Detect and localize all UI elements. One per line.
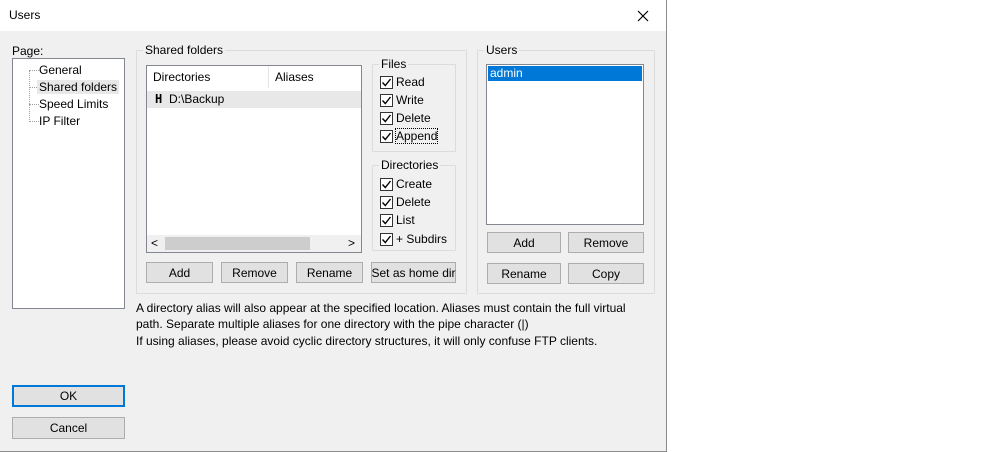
checkbox-label: Delete xyxy=(396,195,431,209)
checkbox-box[interactable] xyxy=(380,213,393,227)
page-tree[interactable]: General Shared folders Speed Limits IP F… xyxy=(12,58,125,309)
scrollbar-thumb[interactable] xyxy=(165,237,310,250)
check-icon xyxy=(381,198,392,207)
alias-warning-text: If using aliases, please avoid cyclic di… xyxy=(136,334,598,348)
copy-user-button[interactable]: Copy xyxy=(568,263,644,284)
column-header-directories[interactable]: Directories xyxy=(147,66,269,88)
remove-folder-button[interactable]: Remove xyxy=(221,262,288,283)
column-header-label: Aliases xyxy=(275,70,314,84)
close-button[interactable] xyxy=(620,0,666,31)
checkbox-dir-delete[interactable]: Delete xyxy=(380,194,431,210)
files-group-title: Files xyxy=(379,57,409,71)
checkbox-files-write[interactable]: Write xyxy=(380,92,424,108)
users-group-title: Users xyxy=(484,43,520,57)
tree-item-speed-limits[interactable]: Speed Limits xyxy=(39,97,108,111)
checkbox-dir-subdirs[interactable]: + Subdirs xyxy=(380,231,447,247)
shared-folders-title: Shared folders xyxy=(143,43,226,57)
checkbox-files-append[interactable]: Append xyxy=(380,128,439,144)
checkbox-files-read[interactable]: Read xyxy=(380,74,425,90)
rename-folder-button[interactable]: Rename xyxy=(296,262,363,283)
tree-connector xyxy=(29,70,39,71)
check-icon xyxy=(381,132,392,141)
checkbox-box[interactable] xyxy=(380,177,393,191)
checkbox-dir-create[interactable]: Create xyxy=(380,176,432,192)
checkbox-box[interactable] xyxy=(380,129,393,143)
ok-button[interactable]: OK xyxy=(12,385,125,407)
check-icon xyxy=(381,180,392,189)
checkbox-label: Write xyxy=(396,93,424,107)
add-user-button[interactable]: Add xyxy=(487,232,561,253)
remove-user-label: Remove xyxy=(583,235,629,250)
cancel-label: Cancel xyxy=(49,421,88,435)
checkbox-files-delete[interactable]: Delete xyxy=(380,110,431,126)
checkbox-label: Create xyxy=(396,177,433,191)
users-dialog: Users Page: General Shared folders Speed… xyxy=(0,0,667,452)
rename-user-button[interactable]: Rename xyxy=(487,263,561,284)
checkbox-label: Read xyxy=(396,75,425,89)
checkbox-box[interactable] xyxy=(380,195,393,209)
close-icon xyxy=(637,10,649,21)
rename-folder-label: Rename xyxy=(306,265,353,280)
remove-user-button[interactable]: Remove xyxy=(568,232,644,253)
scroll-right-arrow[interactable]: > xyxy=(348,236,355,250)
checkbox-box[interactable] xyxy=(380,93,393,107)
checkbox-label: Append xyxy=(394,128,439,144)
checkbox-dir-list[interactable]: List xyxy=(380,212,415,228)
column-header-aliases[interactable]: Aliases xyxy=(269,66,361,88)
home-dir-flag: H xyxy=(155,92,163,106)
set-home-dir-label: Set as home dir xyxy=(371,265,456,280)
scroll-left-arrow[interactable]: < xyxy=(151,236,158,250)
check-icon xyxy=(381,114,392,123)
rename-user-label: Rename xyxy=(501,266,547,281)
alias-info-line2: path. Separate multiple aliases for one … xyxy=(136,317,529,331)
users-list[interactable]: admin xyxy=(486,64,644,225)
add-user-label: Add xyxy=(513,235,535,250)
directories-list[interactable]: Directories Aliases H D:\Backup < > xyxy=(146,65,362,253)
window-title: Users xyxy=(9,8,41,22)
tree-item-ip-filter[interactable]: IP Filter xyxy=(39,114,80,128)
tree-connector xyxy=(29,121,39,122)
directories-group-title: Directories xyxy=(379,158,441,172)
checkbox-label: List xyxy=(396,213,415,227)
tree-connector xyxy=(29,104,39,105)
checkbox-label: Delete xyxy=(396,111,431,125)
tree-item-general[interactable]: General xyxy=(39,63,82,77)
alias-info-line1: A directory alias will also appear at th… xyxy=(136,301,626,315)
check-icon xyxy=(381,235,392,244)
horizontal-scrollbar[interactable]: < > xyxy=(147,235,361,252)
add-folder-label: Add xyxy=(168,265,191,280)
directory-cell: D:\Backup xyxy=(169,92,225,106)
checkbox-box[interactable] xyxy=(380,232,393,246)
cancel-button[interactable]: Cancel xyxy=(12,417,125,439)
check-icon xyxy=(381,216,392,225)
table-row[interactable]: H D:\Backup xyxy=(147,91,361,108)
ok-label: OK xyxy=(59,389,78,403)
title-bar: Users xyxy=(0,0,666,31)
user-name: admin xyxy=(490,66,523,80)
remove-folder-label: Remove xyxy=(232,265,277,280)
tree-connector xyxy=(29,70,30,122)
check-icon xyxy=(381,96,392,105)
page-label: Page: xyxy=(12,44,44,58)
checkbox-label: + Subdirs xyxy=(396,232,448,246)
checkbox-box[interactable] xyxy=(380,75,393,89)
list-item[interactable]: admin xyxy=(488,66,642,81)
column-header-label: Directories xyxy=(153,70,211,84)
copy-user-label: Copy xyxy=(591,266,620,281)
check-icon xyxy=(381,78,392,87)
add-folder-button[interactable]: Add xyxy=(146,262,213,283)
set-home-dir-button[interactable]: Set as home dir xyxy=(371,262,456,283)
checkbox-box[interactable] xyxy=(380,111,393,125)
tree-item-shared-folders[interactable]: Shared folders xyxy=(37,80,120,94)
